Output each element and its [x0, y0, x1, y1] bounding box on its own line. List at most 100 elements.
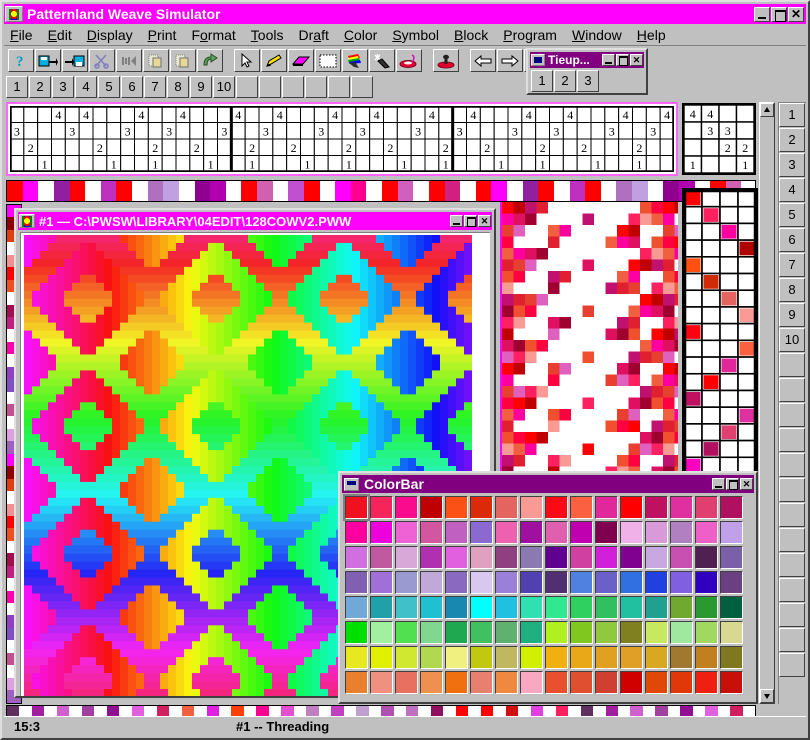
warp-thread[interactable]: [632, 181, 648, 201]
color-swatch[interactable]: [444, 495, 469, 520]
shaft-button-9[interactable]: 9: [190, 76, 212, 98]
treadle-button-4[interactable]: 4: [779, 178, 805, 202]
color-swatch[interactable]: [569, 670, 594, 695]
warp-thread[interactable]: [241, 181, 257, 201]
color-swatch[interactable]: [619, 520, 644, 545]
tieup-button-3[interactable]: 3: [577, 70, 599, 92]
color-swatch[interactable]: [419, 520, 444, 545]
color-swatch[interactable]: [569, 545, 594, 570]
warp-thread[interactable]: [507, 181, 523, 201]
menu-item-edit[interactable]: Edit: [48, 27, 72, 43]
pencil-icon[interactable]: [261, 49, 287, 72]
document-system-menu-icon[interactable]: [19, 214, 35, 228]
tieup-maximize-button[interactable]: [616, 54, 629, 66]
color-swatch[interactable]: [394, 645, 419, 670]
document-close-button[interactable]: ✕: [478, 215, 491, 227]
warp-thread[interactable]: [178, 181, 195, 201]
color-swatch[interactable]: [519, 670, 544, 695]
color-swatch[interactable]: [694, 545, 719, 570]
warp-thread[interactable]: [272, 181, 289, 201]
color-swatch[interactable]: [469, 570, 494, 595]
copy-icon[interactable]: [143, 49, 169, 72]
close-button[interactable]: ✕: [788, 6, 804, 22]
treadle-button-empty[interactable]: .: [779, 478, 805, 502]
color-swatch[interactable]: [719, 545, 744, 570]
color-swatch[interactable]: [594, 620, 619, 645]
color-swatch[interactable]: [494, 670, 519, 695]
color-swatch[interactable]: [444, 520, 469, 545]
warp-thread[interactable]: [319, 181, 336, 201]
color-swatch[interactable]: [719, 670, 744, 695]
warp-thread[interactable]: [460, 181, 476, 201]
warp-thread[interactable]: [647, 181, 664, 201]
color-swatch[interactable]: [469, 620, 494, 645]
color-swatch[interactable]: [694, 645, 719, 670]
color-swatch[interactable]: [494, 620, 519, 645]
treadle-button-empty[interactable]: .: [779, 403, 805, 427]
color-swatch[interactable]: [419, 620, 444, 645]
shaft-button-empty[interactable]: .: [328, 76, 350, 98]
treadle-button-empty[interactable]: .: [779, 628, 805, 652]
warp-thread[interactable]: [85, 181, 101, 201]
tieup-system-menu-icon[interactable]: [531, 54, 545, 66]
color-swatch[interactable]: [569, 520, 594, 545]
color-swatch[interactable]: [419, 545, 444, 570]
color-swatch[interactable]: [719, 595, 744, 620]
treadle-button-1[interactable]: 1: [779, 103, 805, 127]
color-swatch[interactable]: [469, 545, 494, 570]
maximize-button[interactable]: [771, 6, 787, 22]
color-swatch[interactable]: [344, 670, 369, 695]
shaft-button-7[interactable]: 7: [144, 76, 166, 98]
colorbar-close-button[interactable]: ✕: [740, 478, 753, 490]
color-swatch[interactable]: [644, 520, 669, 545]
warp-thread[interactable]: [444, 181, 461, 201]
menu-item-display[interactable]: Display: [87, 27, 133, 43]
warp-thread[interactable]: [22, 181, 39, 201]
color-swatch[interactable]: [494, 570, 519, 595]
shaft-button-empty[interactable]: .: [282, 76, 304, 98]
color-swatch[interactable]: [719, 645, 744, 670]
treadle-button-empty[interactable]: .: [779, 428, 805, 452]
color-swatch[interactable]: [369, 520, 394, 545]
vertical-scrollbar[interactable]: [759, 102, 775, 704]
shaft-button-6[interactable]: 6: [121, 76, 143, 98]
color-swatch[interactable]: [369, 570, 394, 595]
color-swatch[interactable]: [344, 620, 369, 645]
lasso-icon[interactable]: [396, 49, 422, 72]
shaft-button-4[interactable]: 4: [75, 76, 97, 98]
shaft-button-5[interactable]: 5: [98, 76, 120, 98]
warp-thread[interactable]: [522, 181, 539, 201]
arrow-right-icon[interactable]: [497, 49, 523, 72]
menu-item-color[interactable]: Color: [344, 27, 377, 43]
color-swatch[interactable]: [394, 520, 419, 545]
color-swatch[interactable]: [719, 620, 744, 645]
warp-thread[interactable]: [616, 181, 632, 201]
color-swatch[interactable]: [569, 495, 594, 520]
color-swatch[interactable]: [344, 595, 369, 620]
warp-thread[interactable]: [350, 181, 367, 201]
warp-thread[interactable]: [288, 181, 304, 201]
warp-thread[interactable]: [413, 181, 429, 201]
document-minimize-button[interactable]: [450, 215, 463, 227]
color-swatch[interactable]: [619, 595, 644, 620]
warp-thread[interactable]: [303, 181, 320, 201]
color-swatch[interactable]: [369, 645, 394, 670]
color-swatch[interactable]: [494, 595, 519, 620]
color-swatch[interactable]: [344, 545, 369, 570]
warp-thread[interactable]: [194, 181, 211, 201]
threading-grid-panel[interactable]: 4444444444444433333333333333222222222222…: [6, 102, 678, 176]
warp-thread[interactable]: [491, 181, 507, 201]
shaft-button-1[interactable]: 1: [6, 76, 28, 98]
treadle-button-empty[interactable]: .: [779, 353, 805, 377]
color-swatch[interactable]: [644, 495, 669, 520]
color-swatch[interactable]: [519, 620, 544, 645]
warp-thread[interactable]: [257, 181, 273, 201]
color-swatch[interactable]: [694, 595, 719, 620]
minimize-button[interactable]: [754, 6, 770, 22]
color-swatch[interactable]: [569, 595, 594, 620]
paste-icon[interactable]: [170, 49, 196, 72]
color-swatch[interactable]: [494, 495, 519, 520]
tieup-minimize-button[interactable]: [602, 54, 615, 66]
color-swatch[interactable]: [344, 570, 369, 595]
menu-item-print[interactable]: Print: [148, 27, 177, 43]
